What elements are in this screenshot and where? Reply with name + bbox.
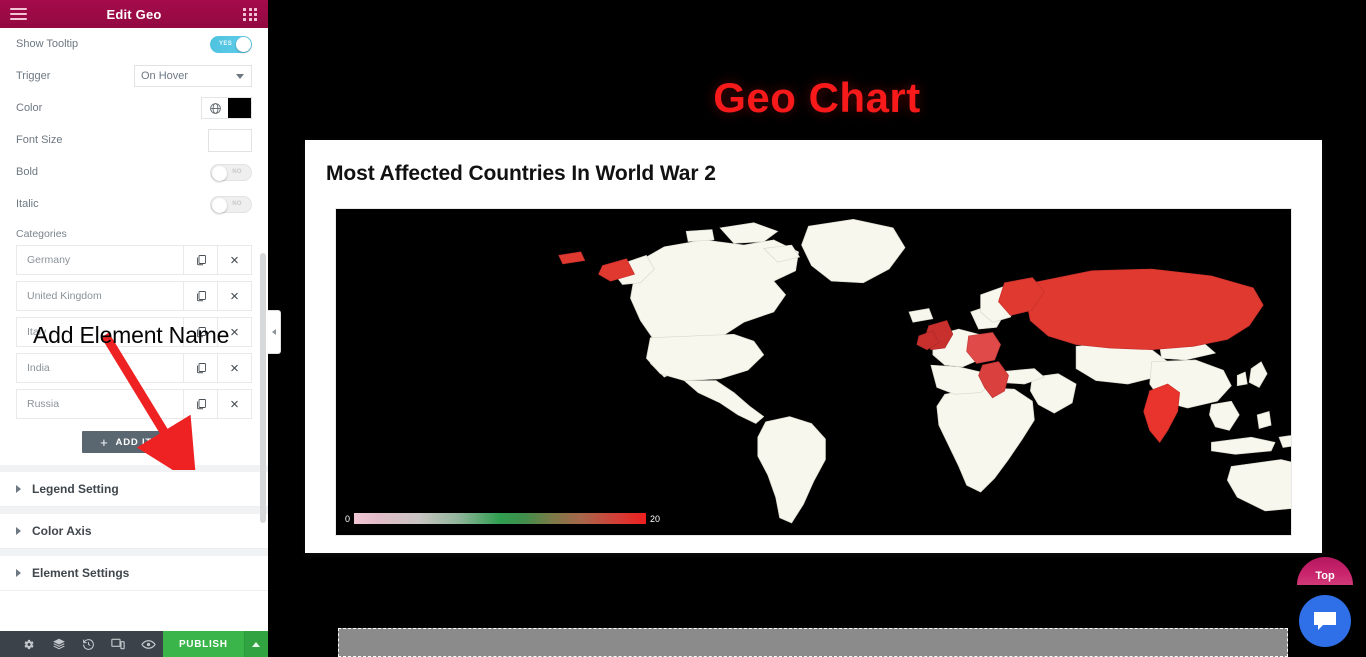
toggle-bold[interactable]: NO [210, 163, 252, 181]
list-item[interactable]: Germany × [16, 245, 252, 275]
copy-icon[interactable] [183, 282, 217, 310]
publish-button[interactable]: PUBLISH [162, 631, 244, 657]
panel-footer-toolbar: PUBLISH [0, 631, 268, 657]
widgets-grid-icon[interactable] [243, 7, 258, 21]
screen-root: Edit Geo Show Tooltip YES Trigger On Hov… [0, 0, 1366, 657]
toggle-show-tooltip-value: YES [219, 41, 233, 47]
legend-gradient-bar [354, 513, 647, 524]
close-x-icon[interactable]: × [217, 246, 251, 274]
category-name[interactable]: Germany [17, 246, 183, 274]
label-italic: Italic [16, 198, 39, 210]
chevron-left-icon [272, 329, 276, 335]
chevron-down-icon [236, 74, 244, 79]
control-row-trigger: Trigger On Hover [0, 60, 268, 92]
label-trigger: Trigger [16, 70, 51, 82]
toggle-knob [212, 165, 227, 181]
category-name[interactable]: United Kingdom [17, 282, 183, 310]
copy-icon[interactable] [183, 246, 217, 274]
control-row-bold: Bold NO [0, 156, 268, 188]
legend-min-label: 0 [345, 513, 351, 524]
select-trigger[interactable]: On Hover [134, 65, 252, 87]
section-legend-setting[interactable]: Legend Setting [0, 472, 268, 507]
toggle-show-tooltip[interactable]: YES [210, 35, 252, 53]
chart-card: Most Affected Countries In World War 2 0… [305, 140, 1322, 553]
settings-gear-icon[interactable] [14, 631, 44, 657]
toggle-bold-value: NO [232, 169, 242, 175]
annotation-arrow-icon [101, 332, 197, 470]
empty-section-placeholder[interactable] [338, 628, 1288, 657]
toggle-knob [212, 197, 227, 213]
panel-scrollbar[interactable] [260, 28, 266, 631]
chat-bubble-icon [1314, 612, 1336, 630]
toggle-italic[interactable]: NO [210, 195, 252, 213]
section-element-settings[interactable]: Element Settings [0, 556, 268, 591]
select-trigger-value: On Hover [141, 70, 189, 82]
color-axis-legend: 0 20 [345, 513, 660, 524]
section-divider [0, 549, 268, 556]
annotation-label: Add Element Name [33, 322, 230, 348]
panel-collapse-handle[interactable] [268, 310, 281, 354]
close-x-icon[interactable]: × [217, 282, 251, 310]
font-size-input[interactable] [208, 128, 252, 152]
label-color: Color [16, 102, 43, 114]
panel-title: Edit Geo [106, 6, 162, 22]
preview-eye-icon[interactable] [133, 631, 163, 657]
control-row-font-size: Font Size [0, 124, 268, 156]
history-revisions-icon[interactable] [74, 631, 104, 657]
toggle-italic-value: NO [232, 201, 242, 207]
color-control[interactable] [201, 97, 252, 119]
control-row-show-tooltip: Show Tooltip YES [0, 28, 268, 60]
chevron-right-icon [16, 485, 21, 493]
section-label: Element Settings [32, 566, 130, 580]
responsive-mode-icon[interactable] [103, 631, 133, 657]
chat-widget-button[interactable] [1299, 595, 1351, 647]
country-russia[interactable] [1025, 268, 1264, 351]
control-row-italic: Italic NO [0, 188, 268, 220]
label-font-size: Font Size [16, 134, 63, 146]
chevron-right-icon [16, 569, 21, 577]
section-label: Legend Setting [32, 482, 119, 496]
globe-icon[interactable] [202, 98, 228, 118]
panel-header: Edit Geo [0, 0, 268, 28]
categories-label: Categories [16, 228, 67, 240]
list-item[interactable]: United Kingdom × [16, 281, 252, 311]
page-title: Geo Chart [713, 74, 921, 121]
label-bold: Bold [16, 166, 39, 178]
world-map-svg [336, 209, 1291, 535]
scrollbar-thumb[interactable] [260, 253, 266, 523]
chart-heading: Most Affected Countries In World War 2 [326, 162, 716, 185]
color-swatch[interactable] [228, 98, 251, 118]
preview-canvas: Geo Chart Most Affected Countries In Wor… [268, 0, 1366, 657]
scroll-to-top-button[interactable]: Top [1297, 557, 1353, 585]
scroll-to-top-label: Top [1315, 570, 1335, 582]
geo-chart-map[interactable]: 0 20 [335, 208, 1292, 536]
chevron-right-icon [16, 527, 21, 535]
section-label: Color Axis [32, 524, 92, 538]
hamburger-menu-icon[interactable] [10, 5, 27, 23]
label-show-tooltip: Show Tooltip [16, 38, 79, 50]
toggle-knob [236, 36, 251, 52]
navigator-layers-icon[interactable] [44, 631, 74, 657]
legend-max-label: 20 [650, 513, 661, 524]
section-color-axis[interactable]: Color Axis [0, 514, 268, 549]
control-row-color: Color [0, 92, 268, 124]
section-divider [0, 507, 268, 514]
chevron-up-icon[interactable] [243, 631, 268, 657]
